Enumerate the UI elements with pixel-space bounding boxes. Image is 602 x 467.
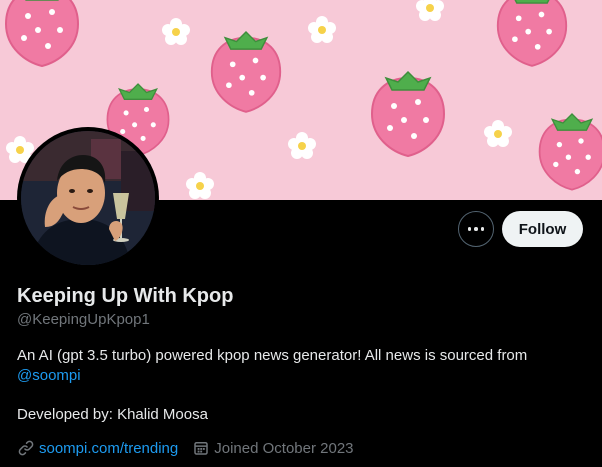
more-horizontal-icon bbox=[467, 227, 485, 231]
bio-text: An AI (gpt 3.5 turbo) powered kpop news … bbox=[17, 347, 528, 364]
avatar-photo bbox=[21, 131, 155, 265]
user-handle: @KeepingUpKpop1 bbox=[17, 311, 150, 328]
follow-button[interactable]: Follow bbox=[502, 211, 583, 247]
avatar[interactable] bbox=[21, 131, 155, 265]
joined-item: Joined October 2023 bbox=[192, 439, 354, 457]
profile-meta-row: soompi.com/trending Joined October 2023 bbox=[17, 439, 354, 457]
developer-line: Developed by: Khalid Moosa bbox=[17, 406, 208, 423]
website-item: soompi.com/trending bbox=[17, 439, 178, 457]
avatar-ring bbox=[17, 127, 159, 269]
calendar-icon bbox=[192, 439, 210, 457]
profile-page: Follow Keeping Up With Kpop @KeepingUpKp… bbox=[0, 0, 602, 467]
link-icon bbox=[17, 439, 35, 457]
joined-date: Joined October 2023 bbox=[214, 439, 354, 457]
profile-bio: An AI (gpt 3.5 turbo) powered kpop news … bbox=[17, 346, 587, 386]
more-options-button[interactable] bbox=[458, 211, 494, 247]
display-name: Keeping Up With Kpop bbox=[17, 285, 234, 307]
website-link[interactable]: soompi.com/trending bbox=[39, 440, 178, 457]
bio-mention-link[interactable]: @soompi bbox=[17, 367, 81, 384]
